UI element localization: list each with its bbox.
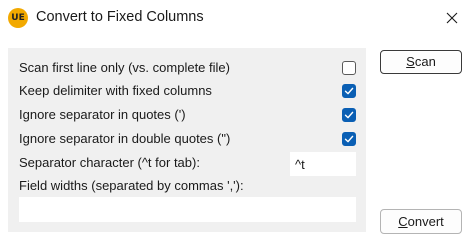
checkmark-icon xyxy=(344,87,354,95)
separator-label: Separator character (^t for tab): xyxy=(19,155,200,170)
scan-accelerator: S xyxy=(406,54,415,69)
scan-first-line-checkbox[interactable] xyxy=(342,61,356,75)
field-widths-label: Field widths (separated by commas ','): xyxy=(19,178,244,193)
title-bar[interactable]: UE Convert to Fixed Columns xyxy=(0,0,474,40)
ultraedit-app-icon: UE xyxy=(8,8,28,28)
scan-button-label: can xyxy=(414,54,436,69)
scan-button[interactable]: Scan xyxy=(380,50,462,74)
scan-first-line-label: Scan first line only (vs. complete file) xyxy=(19,60,230,75)
ignore-quotes-checkbox[interactable] xyxy=(342,108,356,122)
window-title: Convert to Fixed Columns xyxy=(36,9,204,25)
field-widths-input[interactable] xyxy=(19,197,356,222)
checkmark-icon xyxy=(344,135,354,143)
convert-accelerator: C xyxy=(398,214,408,229)
ignore-double-quotes-checkbox[interactable] xyxy=(342,132,356,146)
close-button[interactable] xyxy=(438,5,466,31)
close-icon xyxy=(446,12,458,24)
keep-delimiter-label: Keep delimiter with fixed columns xyxy=(19,83,212,98)
convert-button-label: onvert xyxy=(407,214,444,229)
separator-input[interactable] xyxy=(290,152,356,176)
convert-button[interactable]: Convert xyxy=(380,209,462,234)
ignore-double-quotes-label: Ignore separator in double quotes (") xyxy=(19,131,231,146)
dialog-window: UE Convert to Fixed Columns Scan first l… xyxy=(0,0,474,242)
keep-delimiter-checkbox[interactable] xyxy=(342,84,356,98)
checkmark-icon xyxy=(344,111,354,119)
ignore-quotes-label: Ignore separator in quotes (') xyxy=(19,107,186,122)
